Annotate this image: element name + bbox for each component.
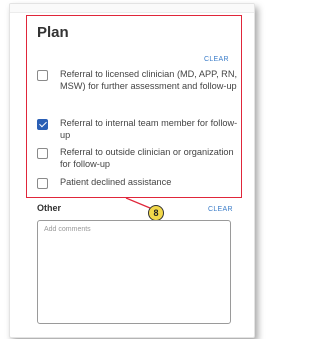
other-clear-button[interactable]: CLEAR (208, 206, 233, 213)
comments-textarea[interactable]: Add comments (37, 220, 231, 324)
other-label: Other (37, 203, 62, 213)
callout-number-badge: 8 (148, 205, 164, 221)
comments-placeholder: Add comments (44, 226, 91, 233)
